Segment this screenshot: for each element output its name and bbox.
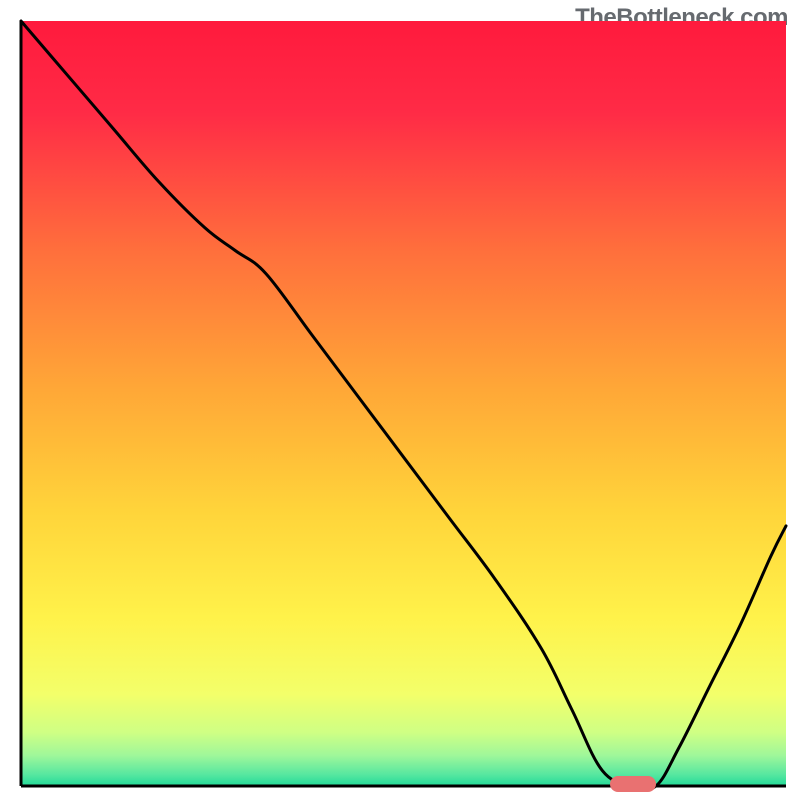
optimal-range-marker [610, 776, 656, 792]
chart-canvas: TheBottleneck.com [0, 0, 800, 800]
bottleneck-chart [0, 0, 800, 800]
